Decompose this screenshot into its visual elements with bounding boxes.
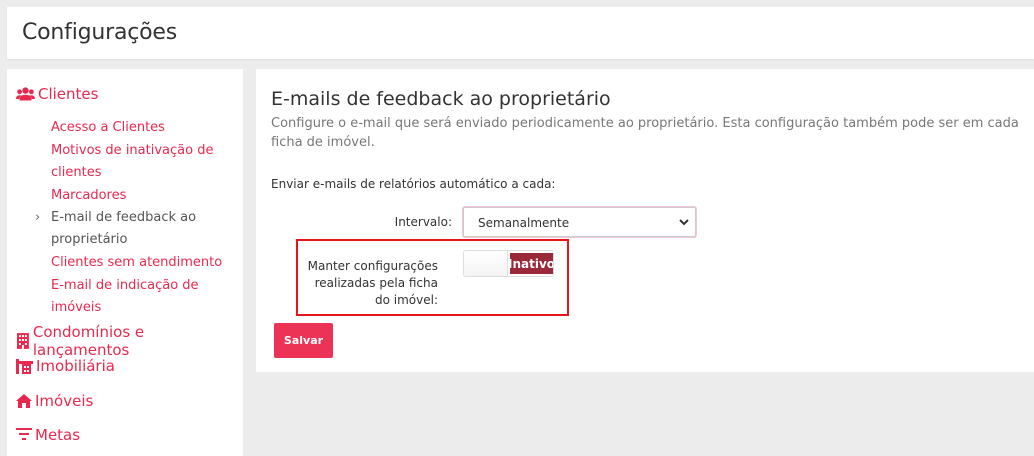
sidebar-section-clientes[interactable]: Clientes: [16, 85, 98, 103]
page-header: Configurações: [7, 7, 1034, 59]
sidebar-section-label: Condomínios e lançamentos: [32, 323, 145, 359]
sidebar-section-imoveis[interactable]: Imóveis: [16, 392, 93, 410]
chevron-down-icon: [679, 219, 689, 226]
panel-title: E-mails de feedback ao proprietário: [271, 88, 611, 110]
sidebar-section-condominios[interactable]: Condomínios e lançamentos: [16, 323, 243, 359]
users-icon: [16, 87, 35, 101]
save-button[interactable]: Salvar: [274, 323, 333, 358]
sidebar-section-label: Imóveis: [35, 392, 94, 410]
building-icon: [16, 333, 29, 349]
sidebar-item-marcadores[interactable]: Marcadores: [51, 185, 241, 207]
home-icon: [16, 394, 32, 408]
chevron-right-icon: ›: [35, 210, 41, 225]
sidebar-item-clientes-sem-atendimento[interactable]: Clientes sem atendimento: [51, 252, 241, 274]
send-interval-label: Enviar e-mails de relatórios automático …: [271, 177, 556, 191]
toggle-state-label: Inativo: [508, 253, 553, 274]
keep-settings-toggle[interactable]: Inativo: [463, 250, 554, 277]
settings-panel: E-mails de feedback ao proprietário Conf…: [256, 69, 1034, 372]
sidebar-section-metas[interactable]: Metas: [16, 426, 80, 444]
keep-settings-label: Manter configurações realizadas pela fic…: [307, 259, 438, 307]
sidebar: Clientes Acesso a Clientes Motivos de in…: [7, 69, 243, 456]
sidebar-item-acesso-clientes[interactable]: Acesso a Clientes: [51, 117, 241, 139]
toggle-knob: [464, 251, 508, 276]
office-icon: [16, 358, 33, 374]
sidebar-item-label: E-mail de feedback ao proprietário: [51, 210, 197, 247]
filter-icon: [16, 428, 32, 440]
panel-description: Configure o e-mail que será enviado peri…: [271, 116, 1019, 150]
page-title: Configurações: [22, 20, 178, 45]
interval-selected-value: Semanalmente: [478, 216, 570, 230]
sidebar-section-label: Clientes: [38, 85, 99, 103]
sidebar-item-email-indicacao[interactable]: E-mail de indicação de imóveis: [51, 275, 241, 319]
sidebar-item-motivos-inativacao[interactable]: Motivos de inativação de clientes: [51, 140, 221, 184]
interval-select[interactable]: Semanalmente: [463, 207, 696, 237]
sidebar-section-imobiliaria[interactable]: Imobiliária: [16, 357, 115, 375]
sidebar-section-label: Imobiliária: [36, 357, 115, 375]
interval-label: Intervalo:: [394, 215, 452, 229]
sidebar-item-email-feedback[interactable]: › E-mail de feedback ao proprietário: [35, 207, 201, 251]
sidebar-section-label: Metas: [35, 426, 81, 444]
